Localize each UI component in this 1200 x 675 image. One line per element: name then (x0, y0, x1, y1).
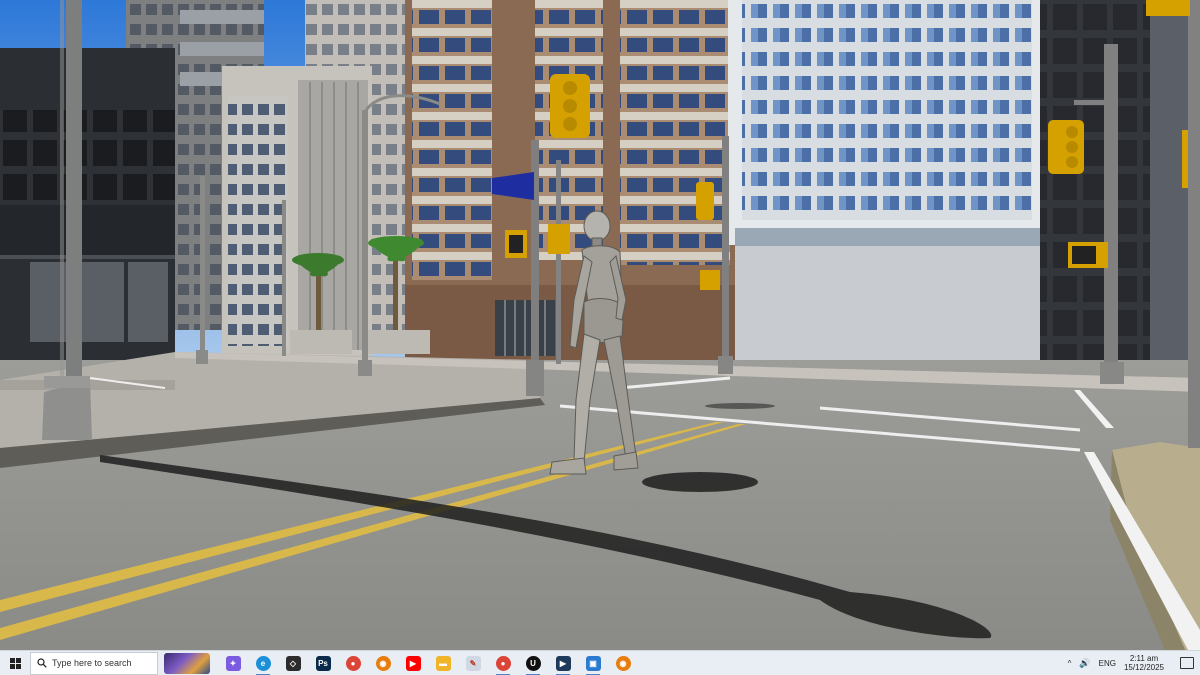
clock-time: 2:11 am (1129, 654, 1159, 663)
unreal-engine-icon: U (525, 655, 541, 671)
taskbar-app-unity[interactable]: ◇ (278, 651, 308, 675)
character-shadow (642, 472, 758, 492)
chrome-2-icon: ● (495, 655, 511, 671)
paint-icon: ✎ (465, 655, 481, 671)
windows-logo-icon (9, 657, 21, 669)
taskbar-app-remote-desktop[interactable]: ▣ (578, 651, 608, 675)
taskbar-app-blender[interactable]: ◉ (368, 651, 398, 675)
language-indicator[interactable]: ENG (1099, 659, 1116, 668)
taskbar-app-unreal-engine[interactable]: U (518, 651, 548, 675)
traffic-light-right (1048, 120, 1084, 174)
chrome-icon: ● (345, 655, 361, 671)
photoshop-icon: Ps (315, 655, 331, 671)
game-viewport[interactable] (0, 0, 1200, 650)
taskbar-app-paint[interactable]: ✎ (458, 651, 488, 675)
taskbar-app-chrome-2[interactable]: ● (488, 651, 518, 675)
search-icon (37, 658, 47, 668)
clock[interactable]: 2:11 am 15/12/2025 (1124, 654, 1164, 672)
search-highlight-image[interactable] (164, 652, 210, 674)
file-explorer-icon: ▬ (435, 655, 451, 671)
blender-2-icon: ◉ (615, 655, 631, 671)
start-button[interactable] (0, 651, 30, 675)
taskbar-app-blender-2[interactable]: ◉ (608, 651, 638, 675)
clock-date: 15/12/2025 (1123, 663, 1164, 672)
youtube-icon: ▶ (405, 655, 421, 671)
unity-icon: ◇ (285, 655, 301, 671)
media-player-icon: ▶ (555, 655, 571, 671)
taskbar-app-copilot[interactable]: ✦ (218, 651, 248, 675)
copilot-icon: ✦ (225, 655, 241, 671)
taskbar-search[interactable] (30, 651, 158, 675)
taskbar-pinned-apps: ✦ e ◇ Ps ● ◉ ▶ ▬ ✎ ● U ▶ ▣ ◉ (218, 651, 638, 675)
taskbar-app-file-explorer[interactable]: ▬ (428, 651, 458, 675)
volume-icon[interactable]: 🔊 (1079, 658, 1090, 669)
edge-icon: e (255, 655, 271, 671)
system-tray: ^ 🔊 ENG 2:11 am 15/12/2025 (1068, 651, 1200, 675)
taskbar-app-photoshop[interactable]: Ps (308, 651, 338, 675)
notification-center-icon[interactable] (1180, 657, 1194, 669)
traffic-light-mid (696, 182, 714, 220)
search-input[interactable] (52, 658, 152, 668)
taskbar-app-chrome[interactable]: ● (338, 651, 368, 675)
taskbar-app-youtube[interactable]: ▶ (398, 651, 428, 675)
blender-icon: ◉ (375, 655, 391, 671)
remote-desktop-icon: ▣ (585, 655, 601, 671)
windows-taskbar: ✦ e ◇ Ps ● ◉ ▶ ▬ ✎ ● U ▶ ▣ ◉ ^ 🔊 ENG 2:11 am 15/12/20… (0, 650, 1200, 675)
taskbar-app-media-player[interactable]: ▶ (548, 651, 578, 675)
pedestrian-signal-right (548, 224, 570, 254)
traffic-light-top (550, 74, 590, 138)
taskbar-app-edge[interactable]: e (248, 651, 278, 675)
building-wall-base (735, 246, 1050, 378)
tray-chevron-icon[interactable]: ^ (1068, 659, 1072, 668)
